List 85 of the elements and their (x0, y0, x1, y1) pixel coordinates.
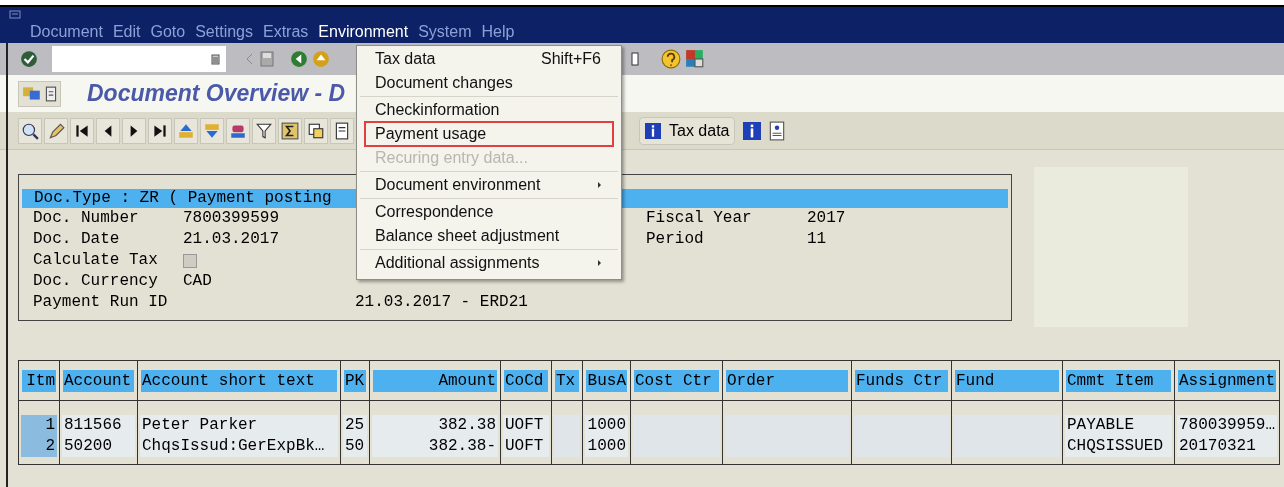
menu-option[interactable]: Document changes (365, 71, 613, 95)
menu-item[interactable]: Goto (148, 23, 188, 41)
column-header[interactable]: Tx (555, 369, 579, 392)
field-value: 7800399599 (183, 208, 279, 229)
sort-descending-icon[interactable] (203, 121, 221, 140)
table-cell: 2 (21, 436, 57, 457)
table-cell: UOFT (503, 436, 549, 457)
menu-option[interactable]: Tax data Shift+F6 (365, 47, 613, 71)
menu-item[interactable]: Document (28, 23, 105, 41)
document-icon[interactable] (769, 120, 786, 141)
column-header[interactable]: Itm (22, 369, 56, 392)
help-icon[interactable] (661, 49, 681, 69)
menu-item[interactable]: System (416, 23, 474, 41)
table-cell: 1000 (585, 436, 628, 457)
menu-item[interactable]: Settings (193, 23, 255, 41)
layout-colors-icon[interactable] (685, 49, 705, 69)
field-label: Doc. Currency (33, 271, 159, 292)
field-value: 21.03.2017 (183, 229, 279, 250)
menu-option[interactable]: Checkinformation (365, 98, 613, 122)
column-header[interactable]: Account (63, 369, 134, 392)
field-label: Doc. Date (33, 229, 121, 250)
field-label: Period (646, 229, 705, 250)
table-cell: 50 (343, 436, 367, 457)
screen-title: Document Overview - D (87, 79, 346, 109)
table-cell: 382.38- (372, 436, 498, 457)
history-icon[interactable] (211, 53, 220, 65)
check-icon[interactable] (20, 50, 38, 68)
table-cell: 382.38 (372, 415, 498, 436)
column-header[interactable]: Assignment (1178, 369, 1276, 392)
column-header[interactable]: Cmmt Item (1066, 369, 1171, 392)
up-icon[interactable] (312, 50, 330, 68)
subtotal-icon[interactable] (307, 121, 325, 140)
table-cell: 25 (343, 415, 367, 436)
document-icon[interactable] (333, 121, 351, 140)
menu-item[interactable]: Environment (316, 23, 411, 41)
menu-item[interactable]: Extras (261, 23, 311, 41)
column-header[interactable]: Funds Ctr (855, 369, 948, 392)
menu-option[interactable]: Payment usage (365, 122, 613, 146)
table-cell: 1000 (585, 415, 628, 436)
column-header[interactable]: Amount (373, 369, 497, 392)
field-value: 11 (807, 229, 827, 250)
table-cell: UOFT (503, 415, 549, 436)
tax-data-button[interactable]: Tax data (639, 116, 736, 145)
table-cell: 1 (21, 415, 57, 436)
column-header[interactable]: Cost Ctr (634, 369, 719, 392)
checkbox[interactable] (183, 253, 197, 268)
table-cell: 811566 (62, 415, 135, 436)
field-value: 21.03.2017 - ERD21 (355, 292, 528, 313)
table-cell: ChqsIssud:GerExpBk… (140, 436, 338, 457)
table-cell: 780039959… (1177, 415, 1277, 436)
field-label: Payment Run ID (33, 292, 169, 313)
pencil-icon[interactable] (47, 121, 65, 140)
column-header[interactable]: Account short text (141, 369, 337, 392)
menu-option[interactable]: Additional assignments (365, 251, 613, 275)
field-label: Doc. Number (33, 208, 140, 229)
column-header[interactable]: PK (344, 369, 366, 392)
display-change-icon (22, 84, 42, 103)
menu-item[interactable]: Help (479, 23, 517, 41)
command-field[interactable] (52, 46, 226, 72)
back-icon[interactable] (290, 50, 308, 68)
window-icon (9, 10, 23, 20)
info-icon[interactable] (743, 121, 762, 140)
display-change-button[interactable] (18, 80, 61, 107)
field-label: Calculate Tax (33, 250, 159, 271)
column-header[interactable]: Order (726, 369, 848, 392)
column-header[interactable]: Fund (955, 369, 1059, 392)
field-label: Fiscal Year (646, 208, 753, 229)
document-icon (45, 85, 57, 102)
column-header[interactable]: CoCd (504, 369, 548, 392)
zoom-icon[interactable] (21, 121, 39, 140)
menu-item[interactable]: Edit (110, 23, 143, 41)
field-value: 2017 (807, 208, 846, 229)
table-cell: 50200 (62, 436, 135, 457)
table-cell: 20170321 (1177, 436, 1277, 457)
field-value: CAD (183, 271, 212, 292)
table-cell: CHQSISSUED (1065, 436, 1172, 457)
table-cell: Peter Parker (140, 415, 338, 436)
sum-icon[interactable] (281, 121, 299, 140)
save-icon[interactable] (260, 50, 274, 68)
layout-icon[interactable] (631, 50, 639, 68)
column-header[interactable]: BusA (586, 369, 627, 392)
filter-icon[interactable] (255, 121, 273, 140)
menu-option[interactable]: Balance sheet adjustment (365, 224, 613, 248)
info-icon (645, 122, 661, 139)
table-cell: PAYABLE (1065, 415, 1172, 436)
